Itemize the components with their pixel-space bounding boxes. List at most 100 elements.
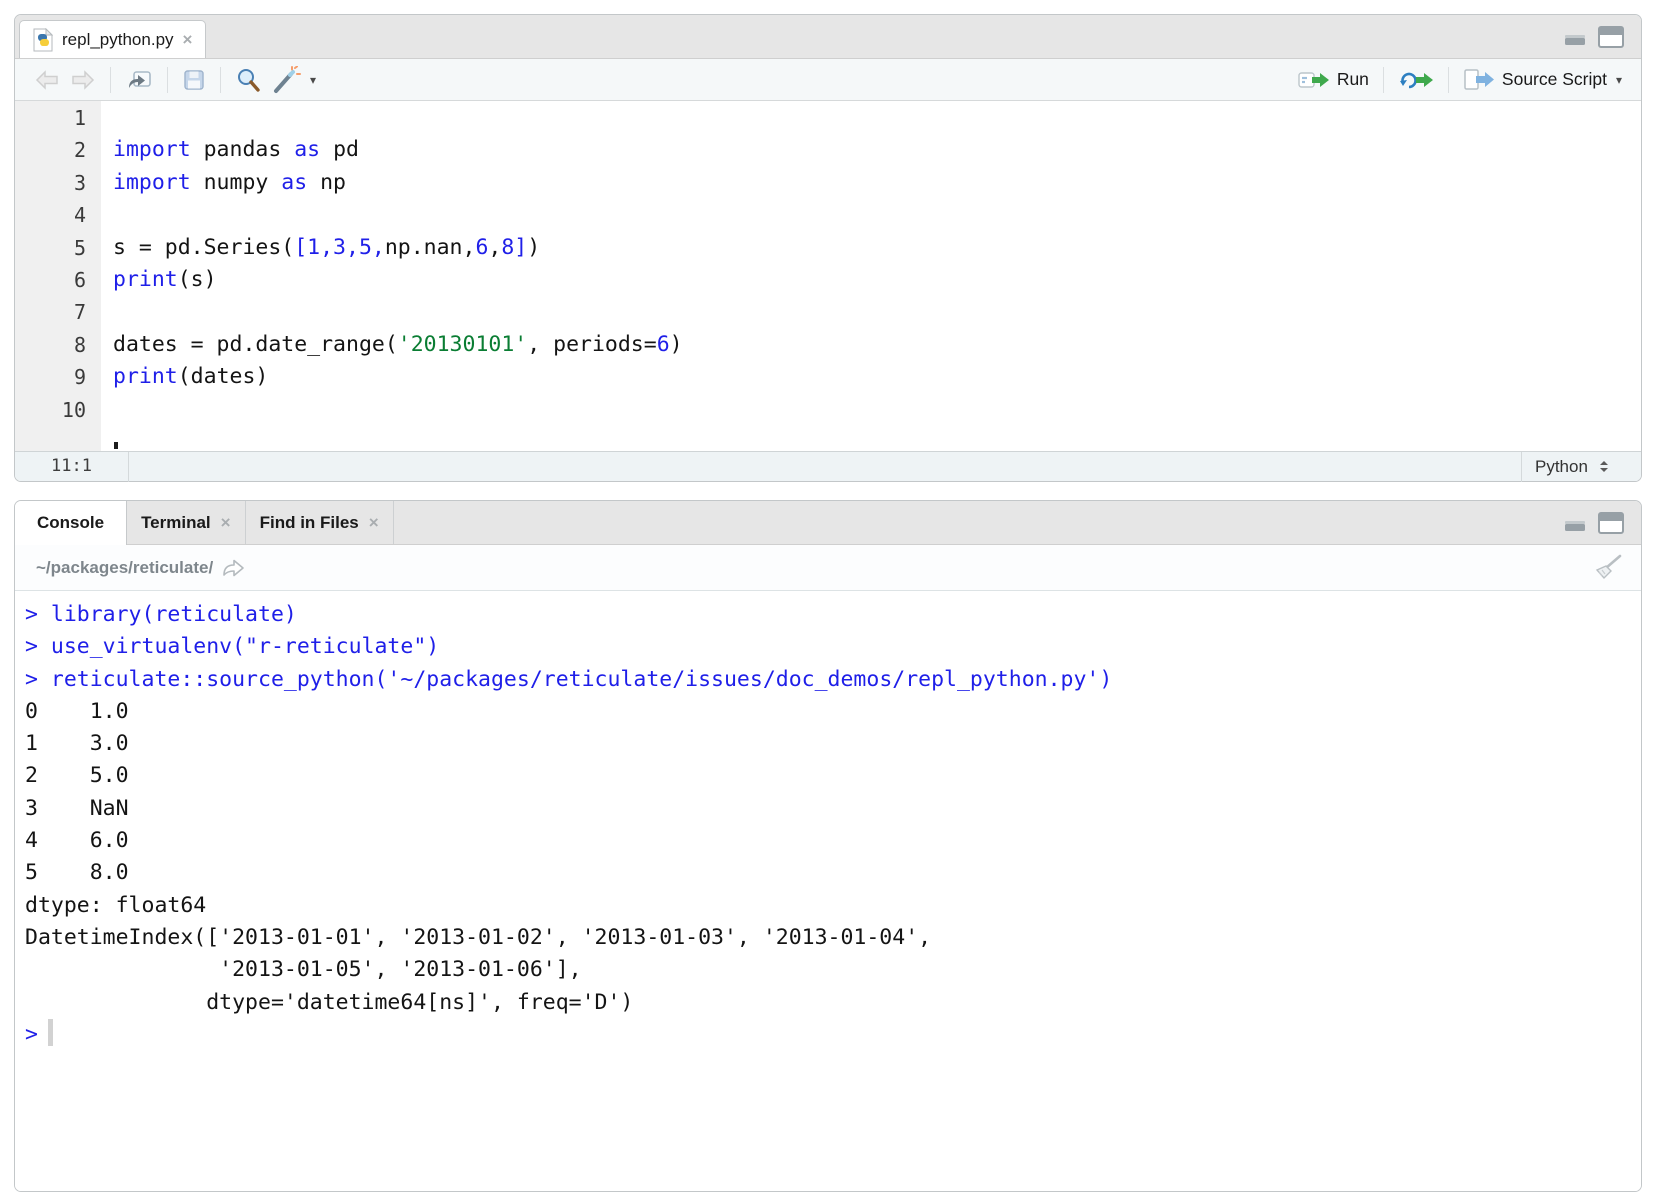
tab-find-in-files[interactable]: Find in Files × [246, 501, 394, 544]
console-input-line: > library(reticulate) [25, 599, 1641, 631]
line-number: 2 [15, 134, 86, 166]
code-token: ) [527, 235, 540, 260]
updown-arrows-icon [1596, 459, 1612, 474]
rstudio-window: repl_python.py × [14, 14, 1642, 1192]
code-line[interactable] [113, 102, 1641, 134]
console-prompt-line[interactable]: > [25, 1019, 1641, 1051]
console-output-line: '2013-01-05', '2013-01-06'], [25, 954, 1641, 986]
tab-title: repl_python.py [62, 30, 174, 50]
source-script-button[interactable]: Source Script ▾ [1458, 64, 1627, 96]
maximize-pane-icon[interactable] [1597, 511, 1625, 535]
console-pane: Console Terminal × Find in Files × [14, 500, 1642, 1192]
line-number: 1 [15, 102, 86, 134]
working-directory: ~/packages/reticulate/ [36, 558, 213, 578]
source-dropdown-caret[interactable]: ▾ [1616, 73, 1622, 87]
code-token: , periods= [527, 332, 656, 357]
code-line[interactable]: dates = pd.date_range('20130101', period… [113, 329, 1641, 361]
console-input-line: > reticulate::source_python('~/packages/… [25, 664, 1641, 696]
console-prompt: > [25, 634, 51, 659]
line-number: 10 [15, 394, 86, 426]
code-line[interactable]: import pandas as pd [113, 134, 1641, 166]
find-in-files-tab-label: Find in Files [260, 513, 359, 533]
run-label: Run [1337, 69, 1369, 90]
editor-code-area[interactable]: import pandas as pdimport numpy as nps =… [101, 101, 1641, 451]
tab-console[interactable]: Console [15, 501, 127, 545]
language-label: Python [1535, 457, 1588, 477]
toolbar-separator [220, 67, 221, 93]
code-token: print [113, 267, 178, 292]
text-cursor [114, 442, 118, 449]
code-editor[interactable]: 12345678910 import pandas as pdimport nu… [15, 101, 1641, 451]
code-token: print [113, 364, 178, 389]
code-token: numpy [191, 170, 282, 195]
tab-terminal[interactable]: Terminal × [127, 501, 246, 544]
language-selector[interactable]: Python [1521, 452, 1641, 482]
console-output-line: dtype: float64 [25, 890, 1641, 922]
terminal-close-icon[interactable]: × [221, 514, 231, 531]
line-number: 6 [15, 264, 86, 296]
find-in-files-close-icon[interactable]: × [369, 514, 379, 531]
code-token: import [113, 137, 191, 162]
console-tab-label: Console [37, 513, 104, 533]
code-line[interactable]: print(s) [113, 264, 1641, 296]
toolbar-separator [1448, 67, 1449, 93]
python-file-icon [33, 28, 53, 52]
code-token: dates = pd.date_range( [113, 332, 398, 357]
maximize-pane-icon[interactable] [1597, 25, 1625, 49]
code-line[interactable] [113, 199, 1641, 231]
code-token: as [294, 137, 320, 162]
tab-repl-python[interactable]: repl_python.py × [19, 20, 206, 58]
code-line[interactable] [113, 394, 1641, 426]
source-script-label: Source Script [1502, 69, 1607, 90]
open-in-new-window-icon[interactable] [120, 64, 158, 96]
terminal-tab-label: Terminal [141, 513, 211, 533]
editor-statusbar: 11:1 Python [15, 451, 1641, 481]
run-button[interactable]: Run [1293, 64, 1374, 96]
tab-close-icon[interactable]: × [183, 31, 193, 48]
code-token: 6 [475, 235, 488, 260]
console-command: use_virtualenv("r-reticulate") [51, 634, 439, 659]
minimize-pane-icon[interactable] [1562, 26, 1588, 48]
toolbar-separator [1383, 67, 1384, 93]
rerun-icon[interactable] [1393, 64, 1439, 96]
console-command: library(reticulate) [51, 602, 297, 627]
console-output-line: 2 5.0 [25, 760, 1641, 792]
console-prompt: > [25, 667, 51, 692]
console-prompt: > [25, 602, 51, 627]
code-line[interactable] [113, 296, 1641, 328]
code-tools-wand-icon[interactable]: ▾ [266, 64, 321, 96]
editor-toolbar: ▾ Run [15, 59, 1641, 101]
code-line[interactable]: print(dates) [113, 361, 1641, 393]
line-number: 5 [15, 232, 86, 264]
console-command: reticulate::source_python('~/packages/re… [51, 667, 1112, 692]
goto-directory-icon[interactable] [221, 557, 247, 579]
console-output[interactable]: > library(reticulate)> use_virtualenv("r… [15, 591, 1641, 1191]
console-output-line: 4 6.0 [25, 825, 1641, 857]
line-number: 4 [15, 199, 86, 231]
code-token: 6 [657, 332, 670, 357]
code-line[interactable]: import numpy as np [113, 167, 1641, 199]
minimize-pane-icon[interactable] [1562, 512, 1588, 534]
console-input-line: > use_virtualenv("r-reticulate") [25, 631, 1641, 663]
back-icon[interactable] [29, 64, 65, 96]
clear-console-icon[interactable] [1589, 553, 1623, 583]
code-token: np [307, 170, 346, 195]
console-output-line: 5 8.0 [25, 857, 1641, 889]
code-line[interactable]: s = pd.Series([1,3,5,np.nan,6,8]) [113, 232, 1641, 264]
line-number: 7 [15, 296, 86, 328]
console-prompt: > [25, 1022, 38, 1047]
save-icon[interactable] [177, 64, 211, 96]
code-token: '20130101' [398, 332, 527, 357]
wand-dropdown-caret[interactable]: ▾ [310, 73, 316, 87]
search-icon[interactable] [230, 64, 266, 96]
console-output-line: DatetimeIndex(['2013-01-01', '2013-01-02… [25, 922, 1641, 954]
line-number: 8 [15, 329, 86, 361]
code-token: ) [670, 332, 683, 357]
code-token: import [113, 170, 191, 195]
console-cursor [48, 1019, 53, 1046]
console-output-line: dtype='datetime64[ns]', freq='D') [25, 987, 1641, 1019]
console-toolbar: ~/packages/reticulate/ [15, 545, 1641, 591]
forward-icon[interactable] [65, 64, 101, 96]
code-token: (s) [178, 267, 217, 292]
code-token: s = pd.Series( [113, 235, 294, 260]
